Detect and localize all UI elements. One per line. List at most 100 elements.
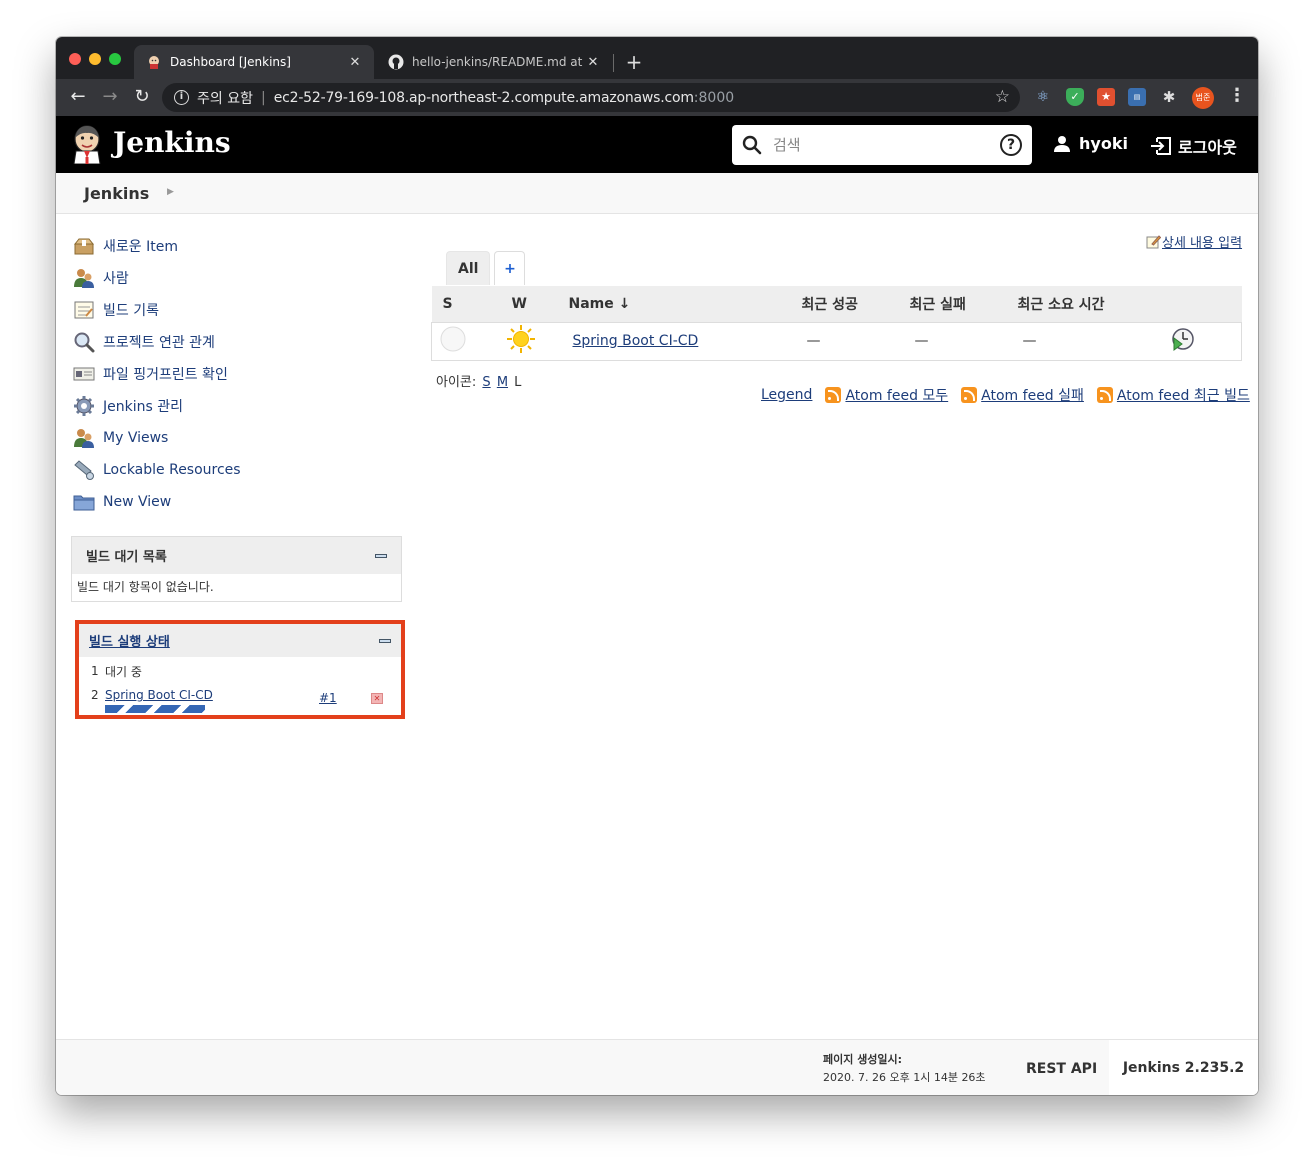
task-label: New View [103, 494, 172, 510]
breadcrumb-chevron-icon[interactable]: ▶ [167, 187, 174, 197]
executor-build-link[interactable]: #1 [319, 691, 337, 705]
executor-number: 1 [91, 664, 99, 678]
column-name[interactable]: Name ↓ [555, 286, 802, 322]
user-link[interactable]: hyoki [1053, 134, 1128, 153]
jenkins-version-link[interactable]: Jenkins 2.235.2 [1109, 1040, 1258, 1095]
column-status[interactable]: S [431, 286, 494, 322]
window-close-button[interactable] [69, 53, 81, 65]
task-people[interactable]: 사람 [72, 262, 402, 294]
profile-avatar[interactable]: 범준 [1192, 87, 1214, 109]
tab-title: Dashboard [Jenkins] [170, 55, 291, 69]
github-icon [388, 54, 404, 70]
reload-button[interactable]: ↻ [130, 85, 154, 109]
task-manage-jenkins[interactable]: Jenkins 관리 [72, 390, 402, 422]
feed-failed-link[interactable]: Atom feed 실패 [961, 385, 1084, 405]
executors-pane: 빌드 실행 상태 1 대기 중 2 Spring Boot CI-CD #1 ✕ [75, 620, 405, 719]
task-my-views[interactable]: My Views [72, 422, 402, 454]
search-icon [742, 135, 762, 155]
table-row: Spring Boot CI-CD — — — [431, 321, 1242, 361]
new-item-icon [72, 234, 96, 258]
browser-menu-icon[interactable]: ⋮ [1228, 85, 1246, 106]
icon-size-small[interactable]: S [482, 375, 490, 390]
collapse-icon[interactable] [375, 553, 387, 558]
jenkins-favicon-icon [146, 54, 162, 70]
browser-tab-readme[interactable]: hello-jenkins/README.md at m ✕ [376, 45, 612, 79]
task-lockable-resources[interactable]: Lockable Resources [72, 454, 402, 486]
column-last-failure[interactable]: 최근 실패 [909, 286, 1018, 322]
card-extension-icon[interactable]: ▤ [1128, 88, 1146, 106]
task-label: My Views [103, 430, 169, 446]
react-devtools-icon[interactable]: ⚛ [1034, 88, 1052, 106]
jenkins-logo-icon[interactable] [71, 124, 103, 164]
column-last-duration[interactable]: 최근 소요 시간 [1017, 286, 1168, 322]
executor-job-link[interactable]: Spring Boot CI-CD [105, 688, 213, 702]
feed-all-link[interactable]: Atom feed 모두 [825, 385, 948, 405]
puzzle-extensions-icon[interactable]: ✱ [1160, 88, 1178, 106]
icon-size-medium[interactable]: M [497, 375, 508, 390]
window-minimize-button[interactable] [89, 53, 101, 65]
sunny-weather-icon [506, 325, 535, 353]
side-panel-tasks: 새로운 Item 사람 빌드 기록 프로젝트 연관 관계 파일 핑거프린트 확인 [72, 230, 402, 518]
feed-failed-label[interactable]: Atom feed 실패 [981, 385, 1084, 405]
task-project-relationship[interactable]: 프로젝트 연관 관계 [72, 326, 402, 358]
task-fingerprint[interactable]: 파일 핑거프린트 확인 [72, 358, 402, 390]
lockable-resources-icon [72, 458, 96, 482]
task-label: Jenkins 관리 [103, 399, 183, 415]
add-description-label: 상세 내용 입력 [1162, 236, 1243, 251]
status-cell [431, 321, 494, 361]
feed-latest-label[interactable]: Atom feed 최근 빌드 [1117, 385, 1250, 405]
url-host: ec2-52-79-169-108.ap-northeast-2.compute… [273, 89, 694, 106]
task-new-item[interactable]: 새로운 Item [72, 230, 402, 262]
task-build-history[interactable]: 빌드 기록 [72, 294, 402, 326]
feed-all-label[interactable]: Atom feed 모두 [845, 385, 948, 405]
new-tab-button[interactable]: + [624, 50, 644, 74]
logout-link[interactable]: 로그아웃 [1150, 134, 1237, 158]
tab-all[interactable]: All [446, 251, 491, 285]
add-description-link[interactable]: 상세 내용 입력 [1146, 232, 1242, 251]
executor-row: 2 Spring Boot CI-CD #1 ✕ [79, 683, 401, 707]
collapse-icon[interactable] [379, 638, 391, 643]
tab-close-icon[interactable]: ✕ [584, 55, 602, 70]
add-view-tab[interactable]: + [494, 251, 526, 285]
info-icon[interactable]: i [174, 90, 189, 105]
back-button[interactable]: ← [66, 85, 90, 109]
shield-extension-icon[interactable]: ✓ [1066, 88, 1084, 106]
forward-button[interactable]: → [98, 85, 122, 109]
security-warning[interactable]: 주의 요함 [197, 88, 253, 108]
search-input[interactable] [773, 136, 1000, 154]
build-progress-bar[interactable] [105, 705, 205, 713]
tab-title: hello-jenkins/README.md at m [412, 55, 584, 69]
schedule-build-icon[interactable] [1170, 326, 1196, 352]
page-generated: 페이지 생성일시: 2020. 7. 26 오후 1시 14분 26초 [823, 1051, 986, 1087]
bookmark-star-icon[interactable]: ☆ [995, 87, 1010, 107]
name-cell: Spring Boot CI-CD [555, 321, 802, 361]
job-link[interactable]: Spring Boot CI-CD [573, 333, 699, 349]
tab-close-icon[interactable]: ✕ [346, 55, 364, 70]
rss-feed-icon [1096, 387, 1113, 403]
rss-feed-icon [825, 387, 842, 403]
rest-api-link[interactable]: REST API [1026, 1061, 1097, 1077]
feed-latest-link[interactable]: Atom feed 최근 빌드 [1096, 385, 1250, 405]
my-views-icon [72, 426, 96, 450]
extension-icon[interactable]: ★ [1097, 88, 1115, 106]
not-built-status-icon [440, 326, 466, 352]
task-new-view[interactable]: New View [72, 486, 402, 518]
page-footer: 페이지 생성일시: 2020. 7. 26 오후 1시 14분 26초 REST… [56, 1039, 1258, 1095]
address-bar[interactable]: i 주의 요함 | ec2-52-79-169-108.ap-northeast… [162, 83, 1020, 112]
browser-tab-dashboard[interactable]: Dashboard [Jenkins] ✕ [134, 45, 374, 79]
breadcrumb-jenkins[interactable]: Jenkins [84, 184, 149, 203]
legend-link[interactable]: Legend [761, 387, 812, 403]
column-last-success[interactable]: 최근 성공 [801, 286, 910, 322]
help-icon[interactable]: ? [1000, 134, 1022, 156]
task-label: 사람 [103, 271, 129, 287]
column-weather[interactable]: W [493, 286, 556, 322]
executor-status: 대기 중 [105, 664, 142, 679]
user-icon [1054, 135, 1070, 152]
jenkins-title[interactable]: Jenkins [113, 126, 231, 159]
tab-strip: Dashboard [Jenkins] ✕ hello-jenkins/READ… [56, 37, 1258, 79]
executors-title-link[interactable]: 빌드 실행 상태 [89, 631, 170, 650]
window-maximize-button[interactable] [109, 53, 121, 65]
logout-label: 로그아웃 [1178, 138, 1237, 157]
project-relationship-icon [72, 330, 96, 354]
stop-build-icon[interactable]: ✕ [371, 693, 383, 704]
